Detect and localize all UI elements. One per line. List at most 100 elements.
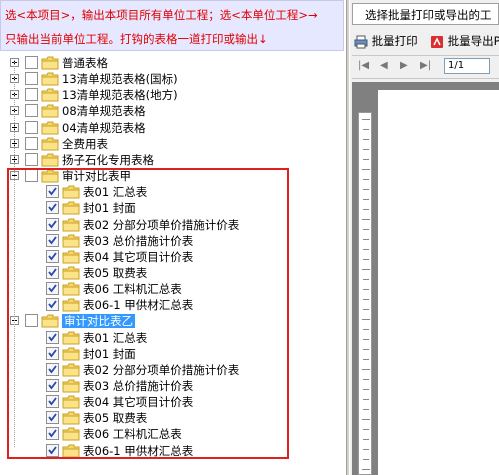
ruler-tick	[363, 239, 369, 240]
checkbox[interactable]	[25, 104, 38, 118]
instruction-banner: 选<本项目>，输出本项目所有单位工程；选<本单位工程>→ 只输出当前单位工程。打…	[0, 0, 344, 51]
tree-group[interactable]: 13清单规范表格(国标)	[0, 71, 346, 87]
batch-export-label: 批量导出P	[447, 34, 499, 48]
tree-group[interactable]: 全费用表	[0, 136, 346, 152]
ruler-tick	[362, 369, 370, 370]
tree-item-label: 审计对比表乙	[62, 314, 135, 329]
tree-item[interactable]: 表03 总价措施计价表	[0, 378, 346, 394]
folder-icon	[62, 282, 80, 296]
folder-icon	[62, 363, 80, 377]
checkbox[interactable]	[46, 362, 59, 376]
checkbox[interactable]	[46, 330, 59, 344]
ruler-tick	[363, 389, 369, 390]
tree-group-audit-a[interactable]: 审计对比表甲	[0, 168, 346, 184]
folder-icon	[62, 298, 80, 312]
checkbox[interactable]	[25, 72, 38, 86]
folder-icon	[41, 88, 59, 102]
folder-icon	[62, 395, 80, 409]
prev-page-icon[interactable]: ◀	[380, 60, 388, 71]
checkbox[interactable]	[46, 217, 59, 231]
tree-item-label: 表01 汇总表	[83, 330, 148, 345]
checkbox[interactable]	[46, 265, 59, 279]
checkbox[interactable]	[46, 427, 59, 441]
checkbox[interactable]	[46, 411, 59, 425]
tree-item[interactable]: 封01 封面	[0, 346, 346, 362]
ruler-tick	[363, 459, 369, 460]
tree-item-label: 表04 其它项目计价表	[83, 395, 194, 410]
checkbox[interactable]	[46, 443, 59, 457]
checkbox[interactable]	[46, 379, 59, 392]
checkbox[interactable]	[25, 120, 38, 134]
checkbox[interactable]	[25, 314, 38, 328]
checkbox[interactable]	[46, 395, 59, 409]
tree-item[interactable]: 表02 分部分项单价措施计价表	[0, 217, 346, 233]
tree-group[interactable]: 普通表格	[0, 55, 346, 71]
tree-item-label: 普通表格	[62, 56, 108, 70]
checkbox[interactable]	[25, 136, 38, 150]
folder-icon	[62, 411, 80, 425]
instruction-line-2: 只输出当前单位工程。打钩的表格一道打印或输出↓	[5, 32, 268, 46]
folder-icon	[62, 347, 80, 361]
tree-item[interactable]: 表04 其它项目计价表	[0, 394, 346, 410]
folder-icon	[41, 121, 59, 135]
tree-group[interactable]: 扬子石化专用表格	[0, 152, 346, 168]
tree-item[interactable]: 表06-1 甲供材汇总表	[0, 297, 346, 313]
tree-item[interactable]: 表02 分部分项单价措施计价表	[0, 362, 346, 378]
tree-item-label: 表06 工料机汇总表	[83, 282, 182, 297]
checkbox[interactable]	[46, 233, 59, 247]
tree-group-audit-b[interactable]: 审计对比表乙	[0, 313, 346, 329]
checkbox[interactable]	[25, 56, 38, 69]
tree-item[interactable]: 表06 工料机汇总表	[0, 281, 346, 297]
ruler-tick	[362, 319, 370, 320]
tree-item-label: 表02 分部分项单价措施计价表	[83, 362, 240, 377]
ruler-tick	[363, 339, 369, 340]
tree-item[interactable]: 表06-1 甲供材汇总表	[0, 443, 346, 459]
ruler-tick	[363, 159, 369, 160]
ruler-tick	[363, 209, 369, 210]
tree-item[interactable]: 表05 取费表	[0, 410, 346, 426]
batch-export-pdf-button[interactable]: 批量导出P	[430, 32, 499, 50]
folder-icon	[62, 250, 80, 264]
ruler-tick	[363, 349, 369, 350]
checkbox[interactable]	[46, 298, 59, 312]
tree-item-label: 封01 封面	[83, 201, 136, 216]
report-tree: 普通表格 13清单规范表格(国标) 13清单规范表格(地方) 08清单规范表格 04清单…	[0, 52, 346, 475]
tree-item-label: 表04 其它项目计价表	[83, 249, 194, 264]
ruler-tick	[362, 219, 370, 220]
last-page-icon[interactable]: ▶|	[420, 60, 431, 71]
checkbox[interactable]	[46, 249, 59, 263]
tree-item[interactable]: 表04 其它项目计价表	[0, 249, 346, 265]
checkbox[interactable]	[46, 282, 59, 296]
folder-icon	[62, 379, 80, 393]
tree-item-label: 表06-1 甲供材汇总表	[83, 443, 194, 458]
next-page-icon[interactable]: ▶	[400, 60, 408, 71]
tree-item[interactable]: 封01 封面	[0, 200, 346, 216]
pdf-icon	[431, 35, 443, 48]
checkbox[interactable]	[46, 201, 59, 215]
batch-print-button[interactable]: 批量打印	[354, 32, 418, 50]
checkbox[interactable]	[46, 346, 59, 360]
checkbox[interactable]	[25, 169, 38, 183]
tree-item[interactable]: 表01 汇总表	[0, 330, 346, 346]
ruler-tick	[363, 259, 369, 260]
checkbox[interactable]	[46, 185, 59, 199]
checkbox[interactable]	[25, 152, 38, 166]
tree-group[interactable]: 13清单规范表格(地方)	[0, 87, 346, 103]
first-page-icon[interactable]: |◀	[358, 60, 369, 71]
tree-item[interactable]: 表03 总价措施计价表	[0, 233, 346, 249]
tree-item-label: 表01 汇总表	[83, 185, 148, 200]
ruler-tick	[363, 279, 369, 280]
tree-item-label: 13清单规范表格(国标)	[62, 72, 178, 87]
ruler-tick	[362, 169, 370, 170]
print-icon	[354, 35, 368, 48]
tree-item[interactable]: 表06 工料机汇总表	[0, 426, 346, 442]
ruler-tick	[363, 199, 369, 200]
tree-group[interactable]: 08清单规范表格	[0, 103, 346, 119]
tree-item-label: 表06 工料机汇总表	[83, 427, 182, 442]
tree-item[interactable]: 表05 取费表	[0, 265, 346, 281]
instruction-line-1: 选<本项目>，输出本项目所有单位工程；选<本单位工程>→	[5, 8, 318, 22]
tree-group[interactable]: 04清单规范表格	[0, 120, 346, 136]
tree-item[interactable]: 表01 汇总表	[0, 184, 346, 200]
page-number-field[interactable]: 1/1	[444, 58, 490, 74]
checkbox[interactable]	[25, 88, 38, 102]
